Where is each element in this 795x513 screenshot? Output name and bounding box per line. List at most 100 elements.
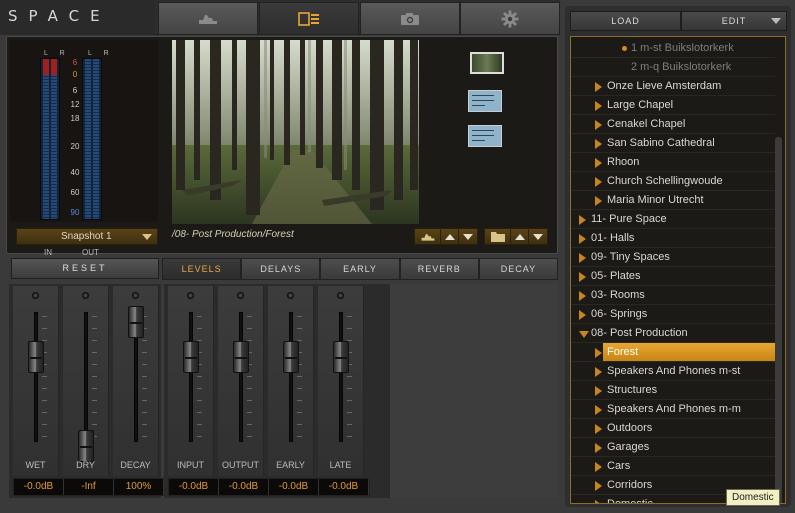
tree-item[interactable]: Cenakel Chapel bbox=[571, 115, 775, 134]
tree-item[interactable]: 03- Rooms bbox=[571, 286, 775, 305]
next-button[interactable] bbox=[459, 229, 477, 244]
tab-delays[interactable]: DELAYS bbox=[241, 258, 321, 280]
tree-item[interactable]: Onze Lieve Amsterdam bbox=[571, 77, 775, 96]
tree-item[interactable]: 1 m-st Buikslotorkerk bbox=[571, 39, 775, 58]
tree-item[interactable]: Speakers And Phones m-st bbox=[571, 362, 775, 381]
fader-handle-input[interactable] bbox=[182, 340, 199, 373]
fader-value-dry[interactable]: -Inf bbox=[64, 479, 114, 495]
tree-item[interactable]: 08- Post Production bbox=[571, 324, 775, 343]
fader-value-decay[interactable]: 100% bbox=[114, 479, 164, 495]
fader-value-wet[interactable]: -0.0dB bbox=[14, 479, 64, 495]
fader-tick bbox=[347, 328, 352, 329]
collapsed-arrow-icon[interactable] bbox=[595, 139, 602, 149]
fader-decay: DECAY bbox=[113, 286, 159, 476]
collapsed-arrow-icon[interactable] bbox=[595, 82, 602, 92]
collapsed-arrow-icon[interactable] bbox=[595, 101, 602, 111]
collapsed-arrow-icon[interactable] bbox=[595, 424, 602, 434]
tree-item-label: Large Chapel bbox=[607, 99, 674, 111]
tab-decay[interactable]: DECAY bbox=[478, 258, 559, 280]
tree-item[interactable]: 01- Halls bbox=[571, 229, 775, 248]
collapsed-arrow-icon[interactable] bbox=[595, 500, 602, 503]
tree-item[interactable]: San Sabino Cathedral bbox=[571, 134, 775, 153]
fader-track[interactable] bbox=[33, 312, 38, 442]
photo-thumbnail[interactable] bbox=[470, 52, 504, 74]
fader-track[interactable] bbox=[188, 312, 193, 442]
collapsed-arrow-icon[interactable] bbox=[579, 291, 586, 301]
fader-track[interactable] bbox=[238, 312, 243, 442]
folder-previous-button[interactable] bbox=[511, 229, 529, 244]
fader-handle-dry[interactable] bbox=[77, 430, 94, 462]
fader-tick bbox=[92, 364, 97, 365]
previous-button[interactable] bbox=[441, 229, 459, 244]
tree-item[interactable]: Cars bbox=[571, 457, 775, 476]
expanded-arrow-icon[interactable] bbox=[579, 331, 589, 338]
tree-item-selected[interactable]: Forest bbox=[571, 343, 775, 362]
tree-item[interactable]: 11- Pure Space bbox=[571, 210, 775, 229]
fader-tick bbox=[42, 424, 47, 425]
fader-handle-late[interactable] bbox=[332, 340, 349, 373]
edit-button[interactable]: EDIT bbox=[681, 11, 787, 31]
collapsed-arrow-icon[interactable] bbox=[579, 253, 586, 263]
collapsed-arrow-icon[interactable] bbox=[595, 443, 602, 453]
collapsed-arrow-icon[interactable] bbox=[579, 272, 586, 282]
tab-settings[interactable] bbox=[460, 2, 560, 35]
collapsed-arrow-icon[interactable] bbox=[595, 367, 602, 377]
tree-item[interactable]: Structures bbox=[571, 381, 775, 400]
tab-eq-curve[interactable] bbox=[158, 2, 258, 35]
collapsed-arrow-icon[interactable] bbox=[595, 462, 602, 472]
tab-camera[interactable] bbox=[360, 2, 460, 35]
collapsed-arrow-icon[interactable] bbox=[595, 386, 602, 396]
tab-reverb[interactable]: REVERB bbox=[399, 258, 479, 280]
tab-levels[interactable]: LEVELS bbox=[162, 258, 242, 280]
folder-next-button[interactable] bbox=[529, 229, 547, 244]
fader-tick bbox=[142, 436, 147, 437]
collapsed-arrow-icon[interactable] bbox=[595, 196, 602, 206]
document-thumbnail[interactable] bbox=[468, 90, 502, 112]
reset-button[interactable]: RESET bbox=[11, 258, 159, 279]
eq-curve-nav-button[interactable] bbox=[415, 229, 441, 244]
fader-value-input[interactable]: -0.0dB bbox=[169, 479, 219, 495]
collapsed-arrow-icon[interactable] bbox=[595, 177, 602, 187]
document-thumbnail[interactable] bbox=[468, 125, 502, 147]
collapsed-arrow-icon[interactable] bbox=[595, 158, 602, 168]
tree-item[interactable]: Large Chapel bbox=[571, 96, 775, 115]
fader-track[interactable] bbox=[338, 312, 343, 442]
tree-item[interactable]: 06- Springs bbox=[571, 305, 775, 324]
fader-handle-decay[interactable] bbox=[127, 306, 144, 338]
fader-handle-output[interactable] bbox=[232, 340, 249, 373]
load-button[interactable]: LOAD bbox=[570, 11, 681, 31]
fader-track[interactable] bbox=[288, 312, 293, 442]
tooltip: Domestic bbox=[726, 489, 780, 506]
fader-late: LATE bbox=[318, 286, 364, 476]
tree-item[interactable]: Church Schellingwoude bbox=[571, 172, 775, 191]
tab-early[interactable]: EARLY bbox=[320, 258, 400, 280]
collapsed-arrow-icon[interactable] bbox=[595, 481, 602, 491]
led-indicator bbox=[237, 292, 244, 299]
tree-item[interactable]: Speakers And Phones m-m bbox=[571, 400, 775, 419]
fader-track[interactable] bbox=[83, 312, 88, 442]
collapsed-arrow-icon[interactable] bbox=[595, 120, 602, 130]
collapsed-arrow-icon[interactable] bbox=[595, 348, 602, 358]
tree-item[interactable]: 2 m-q Buikslotorkerk bbox=[571, 58, 775, 77]
fader-value-early[interactable]: -0.0dB bbox=[269, 479, 319, 495]
folder-button[interactable] bbox=[485, 229, 511, 244]
fader-value-output[interactable]: -0.0dB bbox=[219, 479, 269, 495]
fader-handle-early[interactable] bbox=[282, 340, 299, 373]
led-indicator bbox=[287, 292, 294, 299]
collapsed-arrow-icon[interactable] bbox=[579, 310, 586, 320]
tree-item[interactable]: Maria Minor Utrecht bbox=[571, 191, 775, 210]
tree-item[interactable]: 05- Plates bbox=[571, 267, 775, 286]
tree-item[interactable]: Outdoors bbox=[571, 419, 775, 438]
snapshot-dropdown[interactable]: Snapshot 1 bbox=[16, 228, 158, 245]
tree-item[interactable]: Rhoon bbox=[571, 153, 775, 172]
tree-item[interactable]: 09- Tiny Spaces bbox=[571, 248, 775, 267]
scrollbar[interactable] bbox=[775, 137, 782, 503]
collapsed-arrow-icon[interactable] bbox=[579, 215, 586, 225]
tree-item[interactable]: Garages bbox=[571, 438, 775, 457]
fader-handle-wet[interactable] bbox=[27, 340, 44, 373]
collapsed-arrow-icon[interactable] bbox=[579, 234, 586, 244]
collapsed-arrow-icon[interactable] bbox=[595, 405, 602, 415]
fader-value-late[interactable]: -0.0dB bbox=[319, 479, 369, 495]
tab-layout[interactable] bbox=[259, 2, 359, 35]
fader-tick bbox=[92, 376, 97, 377]
